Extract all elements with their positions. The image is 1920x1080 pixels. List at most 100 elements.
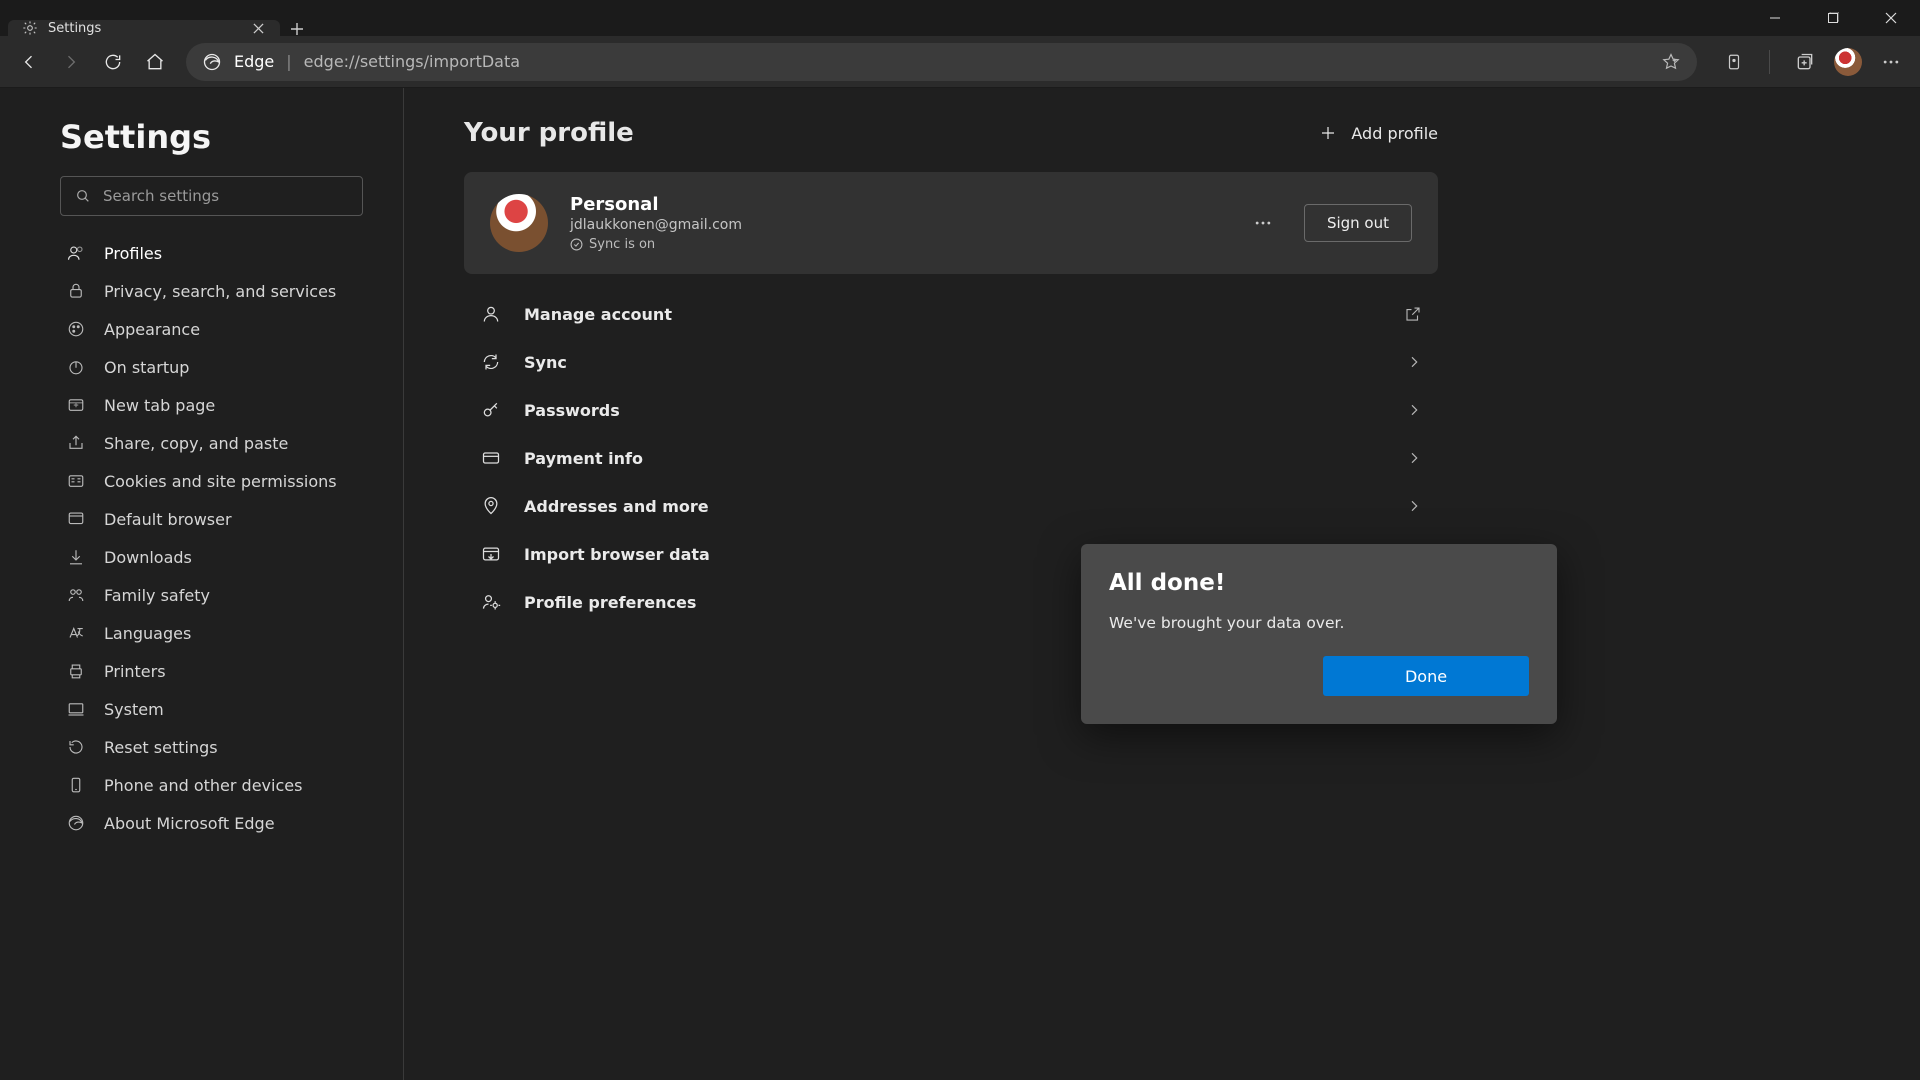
family-icon	[66, 585, 86, 605]
row-payment[interactable]: Payment info	[464, 434, 1438, 482]
sidebar-item-share[interactable]: Share, copy, and paste	[60, 424, 363, 462]
reset-icon	[66, 737, 86, 757]
sidebar-item-label: System	[104, 700, 164, 719]
sidebar-item-label: Profiles	[104, 244, 162, 263]
card-icon	[480, 447, 502, 469]
lock-icon	[66, 281, 86, 301]
collections-icon[interactable]	[1786, 43, 1824, 81]
sidebar-item-reset[interactable]: Reset settings	[60, 728, 363, 766]
forward-button[interactable]	[52, 43, 90, 81]
address-bar[interactable]: Edge | edge://settings/importData	[186, 43, 1697, 81]
search-settings[interactable]	[60, 176, 363, 216]
sidebar-item-label: New tab page	[104, 396, 215, 415]
new-tab-button[interactable]	[280, 22, 314, 36]
sidebar-item-privacy[interactable]: Privacy, search, and services	[60, 272, 363, 310]
close-window-button[interactable]	[1862, 0, 1920, 36]
sidebar-item-label: About Microsoft Edge	[104, 814, 275, 833]
import-icon	[480, 543, 502, 565]
sidebar-item-label: Languages	[104, 624, 191, 643]
share-icon	[66, 433, 86, 453]
row-label: Passwords	[524, 401, 1384, 420]
toolbar-separator	[1769, 50, 1770, 74]
profiles-icon	[66, 243, 86, 263]
done-button[interactable]: Done	[1323, 656, 1529, 696]
window-controls	[1746, 0, 1920, 36]
sidebar-item-printers[interactable]: Printers	[60, 652, 363, 690]
sidebar-item-label: Downloads	[104, 548, 192, 567]
row-addresses[interactable]: Addresses and more	[464, 482, 1438, 530]
sidebar-item-label: Privacy, search, and services	[104, 282, 336, 301]
sidebar-item-startup[interactable]: On startup	[60, 348, 363, 386]
printer-icon	[66, 661, 86, 681]
favorite-icon[interactable]	[1661, 52, 1681, 72]
browser-tab[interactable]: Settings	[8, 20, 280, 36]
sidebar-item-cookies[interactable]: Cookies and site permissions	[60, 462, 363, 500]
sidebar-item-label: Default browser	[104, 510, 232, 529]
sync-check-icon	[570, 238, 583, 251]
chevron-right-icon	[1406, 354, 1422, 370]
profile-email: jdlaukkonen@gmail.com	[570, 217, 1222, 233]
row-sync[interactable]: Sync	[464, 338, 1438, 386]
sidebar-item-label: Printers	[104, 662, 166, 681]
profile-avatar-button[interactable]	[1834, 48, 1862, 76]
add-profile-label: Add profile	[1351, 124, 1438, 143]
browser-icon	[66, 509, 86, 529]
sidebar-item-about[interactable]: About Microsoft Edge	[60, 804, 363, 842]
row-label: Manage account	[524, 305, 1382, 324]
chevron-right-icon	[1406, 402, 1422, 418]
sidebar-item-default-browser[interactable]: Default browser	[60, 500, 363, 538]
paint-icon	[66, 319, 86, 339]
sidebar-item-label: Appearance	[104, 320, 200, 339]
sidebar-item-phone[interactable]: Phone and other devices	[60, 766, 363, 804]
phone-icon	[66, 775, 86, 795]
tab-title: Settings	[48, 21, 240, 36]
sign-out-button[interactable]: Sign out	[1304, 204, 1412, 242]
title-bar: Settings	[0, 0, 1920, 36]
home-button[interactable]	[136, 43, 174, 81]
profile-card: Personal jdlaukkonen@gmail.com Sync is o…	[464, 172, 1438, 274]
close-tab-icon[interactable]	[250, 20, 266, 36]
search-icon	[75, 188, 91, 204]
sidebar-item-languages[interactable]: Languages	[60, 614, 363, 652]
row-label: Payment info	[524, 449, 1384, 468]
import-done-dialog: All done! We've brought your data over. …	[1081, 544, 1557, 724]
refresh-button[interactable]	[94, 43, 132, 81]
back-button[interactable]	[10, 43, 48, 81]
address-separator: |	[286, 52, 291, 71]
power-icon	[66, 357, 86, 377]
more-menu-button[interactable]	[1872, 43, 1910, 81]
sidebar-item-newtab[interactable]: New tab page	[60, 386, 363, 424]
row-passwords[interactable]: Passwords	[464, 386, 1438, 434]
add-profile-button[interactable]: Add profile	[1319, 124, 1438, 143]
sidebar-item-family[interactable]: Family safety	[60, 576, 363, 614]
maximize-button[interactable]	[1804, 0, 1862, 36]
chevron-right-icon	[1406, 498, 1422, 514]
sidebar-item-profiles[interactable]: Profiles	[60, 234, 363, 272]
search-input[interactable]	[103, 187, 348, 205]
tracking-icon[interactable]	[1715, 43, 1753, 81]
address-url: edge://settings/importData	[304, 52, 1649, 71]
gear-icon	[22, 20, 38, 36]
download-icon	[66, 547, 86, 567]
toolbar-right	[1709, 43, 1910, 81]
plus-icon	[1319, 124, 1337, 142]
sidebar-item-label: Cookies and site permissions	[104, 472, 337, 491]
main-panel: Your profile Add profile Personal jdlauk…	[404, 88, 1920, 1080]
profile-more-button[interactable]	[1244, 204, 1282, 242]
row-manage-account[interactable]: Manage account	[464, 290, 1438, 338]
sidebar-item-system[interactable]: System	[60, 690, 363, 728]
language-icon	[66, 623, 86, 643]
sidebar-item-label: Share, copy, and paste	[104, 434, 288, 453]
profile-name: Personal	[570, 194, 1222, 215]
system-icon	[66, 699, 86, 719]
sync-icon	[480, 351, 502, 373]
edge-icon	[66, 813, 86, 833]
settings-sidebar: Settings Profiles Privacy, search, and s…	[0, 88, 404, 1080]
sidebar-item-label: On startup	[104, 358, 189, 377]
newtab-icon	[66, 395, 86, 415]
sidebar-item-appearance[interactable]: Appearance	[60, 310, 363, 348]
permissions-icon	[66, 471, 86, 491]
minimize-button[interactable]	[1746, 0, 1804, 36]
sidebar-item-downloads[interactable]: Downloads	[60, 538, 363, 576]
external-link-icon	[1404, 305, 1422, 323]
